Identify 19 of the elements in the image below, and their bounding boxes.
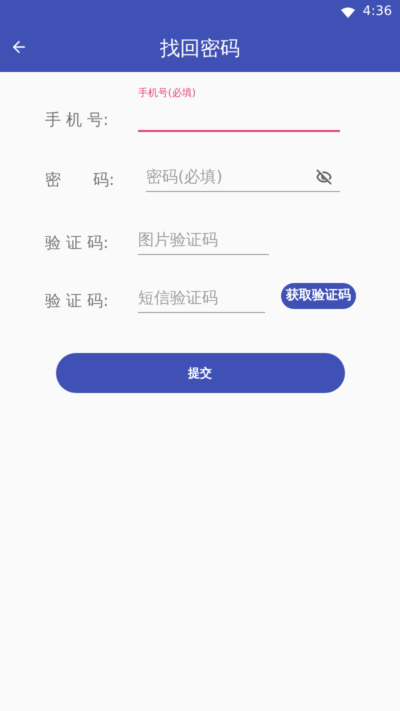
hide-password-icon[interactable] — [316, 168, 332, 184]
field-label: 验 证 码: — [44, 232, 110, 254]
field-label: 手 机 号: — [44, 109, 110, 131]
password-field[interactable]: 密码(必填) — [146, 162, 340, 192]
field-placeholder: 短信验证码 — [138, 286, 218, 308]
field-label: 验 证 码: — [44, 290, 110, 312]
floating-label: 手机号(必填) — [138, 86, 197, 101]
submit-button[interactable]: 提交 — [56, 353, 344, 393]
code-field[interactable]: 图片验证码 — [138, 225, 269, 255]
field-label: 密 码: — [44, 169, 116, 191]
wifi-icon — [340, 6, 355, 18]
code-field[interactable]: 短信验证码 — [138, 283, 265, 313]
get-code-button[interactable]: 获取验证码 — [281, 283, 356, 309]
field-placeholder: 图片验证码 — [138, 228, 218, 250]
phone-field[interactable]: 手机号(必填) — [138, 88, 340, 132]
field-placeholder: 密码(必填) — [146, 166, 222, 188]
screen-title: 找回密码 — [160, 35, 240, 62]
status-time: 4:36 — [362, 3, 392, 22]
back-button[interactable] — [10, 38, 28, 56]
